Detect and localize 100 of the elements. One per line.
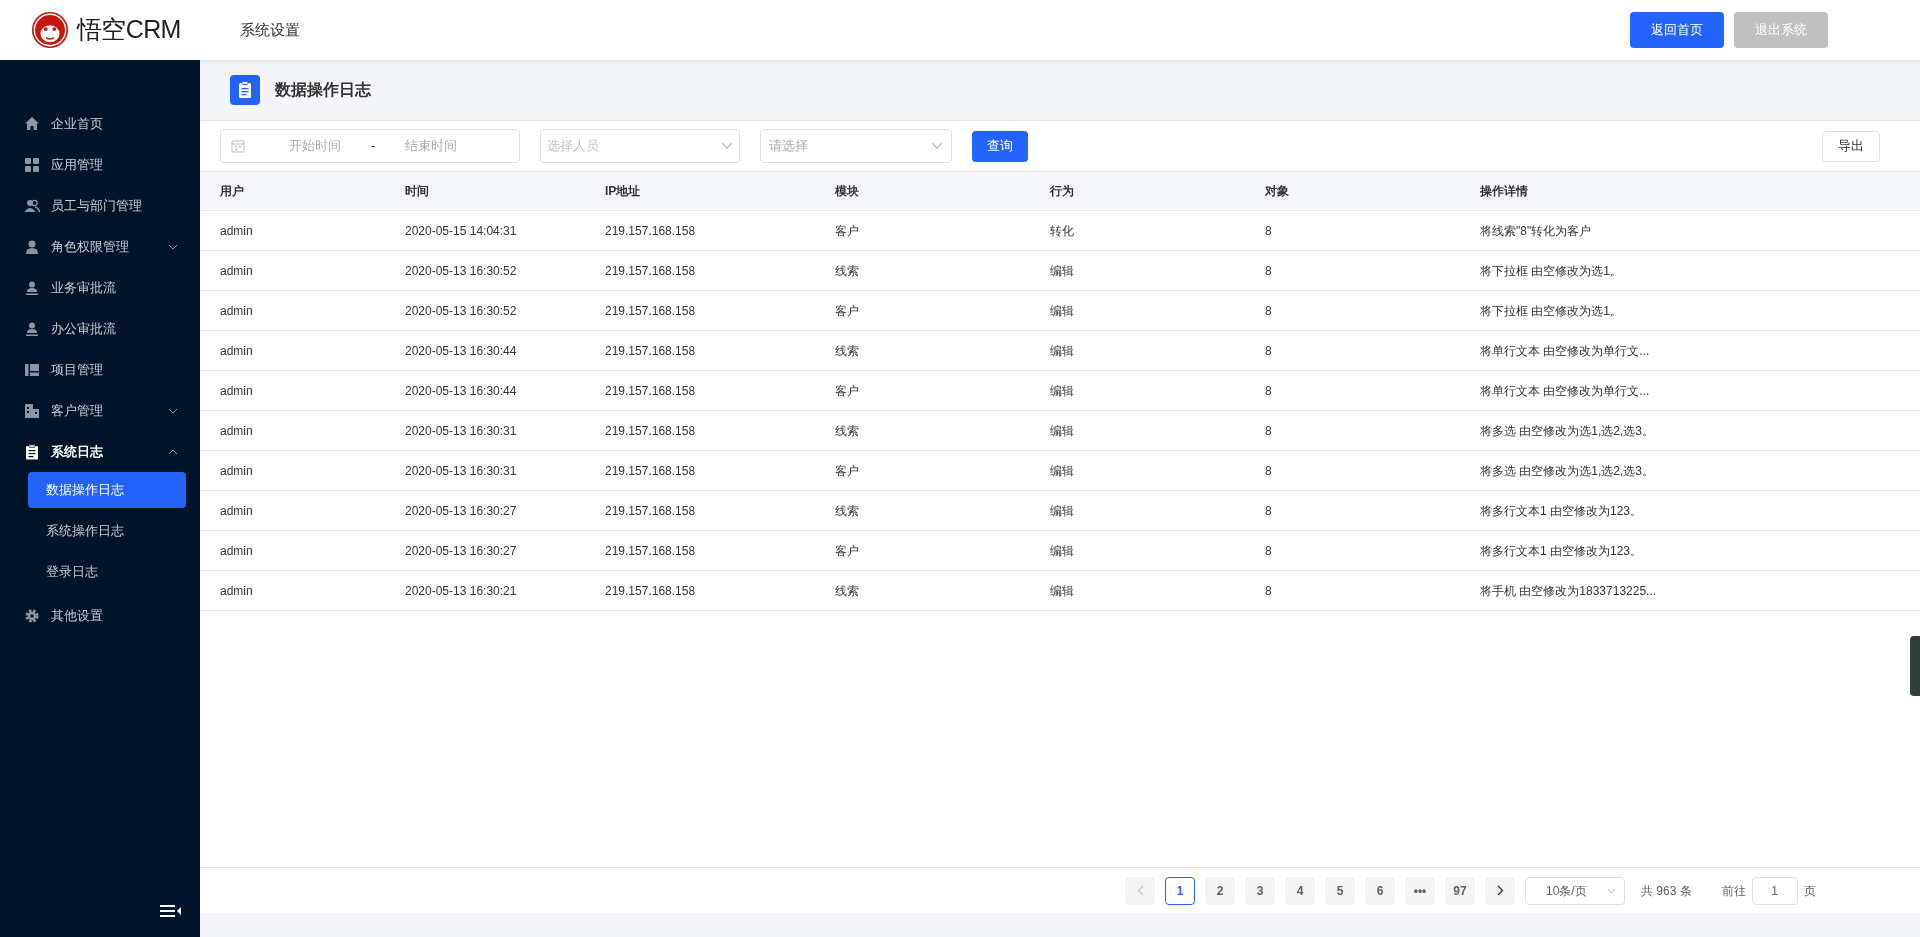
page-size-select[interactable]: 10条/页: [1525, 876, 1625, 905]
column-header: 用户: [219, 183, 245, 200]
user-icon: [24, 238, 40, 255]
table-cell-text: 8: [1265, 422, 1273, 440]
table-cell-text: admin: [219, 222, 254, 240]
section-title: 系统设置: [240, 19, 300, 40]
module-select[interactable]: 请选择: [760, 129, 952, 163]
home-button[interactable]: 返回首页: [1630, 12, 1724, 48]
sidebar-item[interactable]: 角色权限管理: [0, 226, 200, 267]
sidebar-item[interactable]: 应用管理: [0, 144, 200, 185]
table-cell-text: 编辑: [1050, 502, 1075, 520]
submenu-item[interactable]: 登录日志: [28, 554, 186, 590]
table-cell-text: 8: [1265, 462, 1273, 480]
table-cell-text: 8: [1265, 342, 1273, 360]
users-icon: [24, 197, 40, 214]
end-time-field[interactable]: 结束时间: [381, 136, 482, 156]
page-title: 数据操作日志: [275, 80, 371, 100]
table-cell-text: 将多选 由空修改为选1,选2,选3。: [1480, 462, 1656, 480]
table-cell-text: 线索: [835, 342, 860, 360]
table-cell-text: 客户: [835, 542, 860, 560]
table-cell-text: 8: [1265, 262, 1273, 280]
page-button[interactable]: •••: [1405, 876, 1435, 905]
goto-suffix: 页: [1803, 882, 1816, 900]
submenu-item[interactable]: 系统操作日志: [28, 513, 186, 549]
person-input[interactable]: 选择人员: [547, 136, 721, 156]
table-cell-text: 客户: [835, 302, 860, 320]
sidebar-item[interactable]: 企业首页: [0, 103, 200, 144]
table-cell-text: 编辑: [1050, 302, 1075, 320]
table-cell-text: 线索: [835, 502, 860, 520]
table-cell-text: 转化: [1050, 222, 1075, 240]
table-cell-text: admin: [219, 502, 254, 520]
start-time-field[interactable]: 开始时间: [265, 136, 365, 156]
table-cell-text: 8: [1265, 542, 1273, 560]
page-button[interactable]: 5: [1325, 876, 1355, 905]
sidebar-item[interactable]: 其他设置: [0, 595, 200, 636]
clipboard-icon: [230, 75, 260, 105]
grid-icon: [24, 156, 40, 173]
next-page-button[interactable]: [1485, 876, 1515, 905]
column-header: IP地址: [605, 183, 642, 200]
table-cell-text: 2020-05-13 16:30:27: [405, 502, 518, 520]
table-cell-text: 219.157.168.158: [605, 342, 697, 360]
sidebar-item[interactable]: 业务审批流: [0, 267, 200, 308]
table-cell-text: 8: [1265, 582, 1273, 600]
table-cell-text: 8: [1265, 222, 1273, 240]
page-button[interactable]: 6: [1365, 876, 1395, 905]
table-cell-text: 219.157.168.158: [605, 422, 697, 440]
page-button[interactable]: 3: [1245, 876, 1275, 905]
table-cell-text: 编辑: [1050, 262, 1075, 280]
table-cell-text: 将下拉框 由空修改为选1。: [1480, 262, 1623, 280]
search-button[interactable]: 查询: [972, 130, 1028, 162]
table-cell-text: 客户: [835, 382, 860, 400]
table-cell-text: 8: [1265, 502, 1273, 520]
column-header: 时间: [405, 183, 430, 200]
settings-icon: [24, 607, 40, 624]
module-input[interactable]: 请选择: [769, 136, 931, 156]
goto-page-field[interactable]: 1: [1751, 876, 1798, 905]
column-header: 模块: [835, 183, 860, 200]
sidebar-item[interactable]: 系统日志: [0, 431, 200, 472]
goto-label: 前往: [1721, 882, 1746, 900]
page-button[interactable]: 4: [1285, 876, 1315, 905]
table-cell-text: 将多选 由空修改为选1,选2,选3。: [1480, 422, 1656, 440]
table-cell-text: 2020-05-13 16:30:44: [405, 342, 518, 360]
page-button[interactable]: 97: [1445, 876, 1475, 905]
total-count: 共 963 条: [1641, 882, 1692, 900]
submenu-item[interactable]: 数据操作日志: [28, 472, 186, 508]
page-button[interactable]: 2: [1205, 876, 1235, 905]
table-cell-text: 2020-05-13 16:30:52: [405, 262, 518, 280]
table-cell-text: 编辑: [1050, 462, 1075, 480]
table-cell-text: admin: [219, 262, 254, 280]
sidebar-item[interactable]: 客户管理: [0, 390, 200, 431]
date-range-field[interactable]: 开始时间 - 结束时间: [220, 129, 520, 163]
chevron-down-icon: [931, 142, 943, 150]
home-icon: [24, 115, 40, 132]
table-cell-text: 将手机 由空修改为1833713225...: [1480, 582, 1658, 600]
table-cell-text: admin: [219, 542, 254, 560]
range-separator: -: [371, 137, 376, 156]
column-header: 操作详情: [1480, 183, 1529, 200]
sidebar-item[interactable]: 项目管理: [0, 349, 200, 390]
table-cell-text: 219.157.168.158: [605, 262, 697, 280]
person-select[interactable]: 选择人员: [540, 129, 740, 163]
table-cell-text: admin: [219, 382, 254, 400]
collapse-menu-icon[interactable]: [160, 903, 182, 919]
table-cell-text: 219.157.168.158: [605, 542, 697, 560]
table-cell-text: 编辑: [1050, 422, 1075, 440]
export-button[interactable]: 导出: [1822, 130, 1880, 162]
sidebar-item[interactable]: 员工与部门管理: [0, 185, 200, 226]
page-button[interactable]: 1: [1165, 876, 1195, 905]
column-header: 对象: [1265, 183, 1290, 200]
monkey-logo-icon: [31, 11, 69, 49]
table-cell-text: 219.157.168.158: [605, 382, 697, 400]
chevron-down-icon: [721, 142, 733, 150]
sidebar-item[interactable]: 办公审批流: [0, 308, 200, 349]
table-cell-text: 219.157.168.158: [605, 302, 697, 320]
table-cell-text: 编辑: [1050, 342, 1075, 360]
table-cell-text: 8: [1265, 302, 1273, 320]
logo-text: 悟空CRM: [77, 14, 181, 46]
table-cell-text: 将下拉框 由空修改为选1。: [1480, 302, 1623, 320]
chevron-left-icon: [1136, 885, 1144, 896]
calendar-icon: [231, 139, 245, 153]
side-handle[interactable]: [1910, 636, 1920, 696]
